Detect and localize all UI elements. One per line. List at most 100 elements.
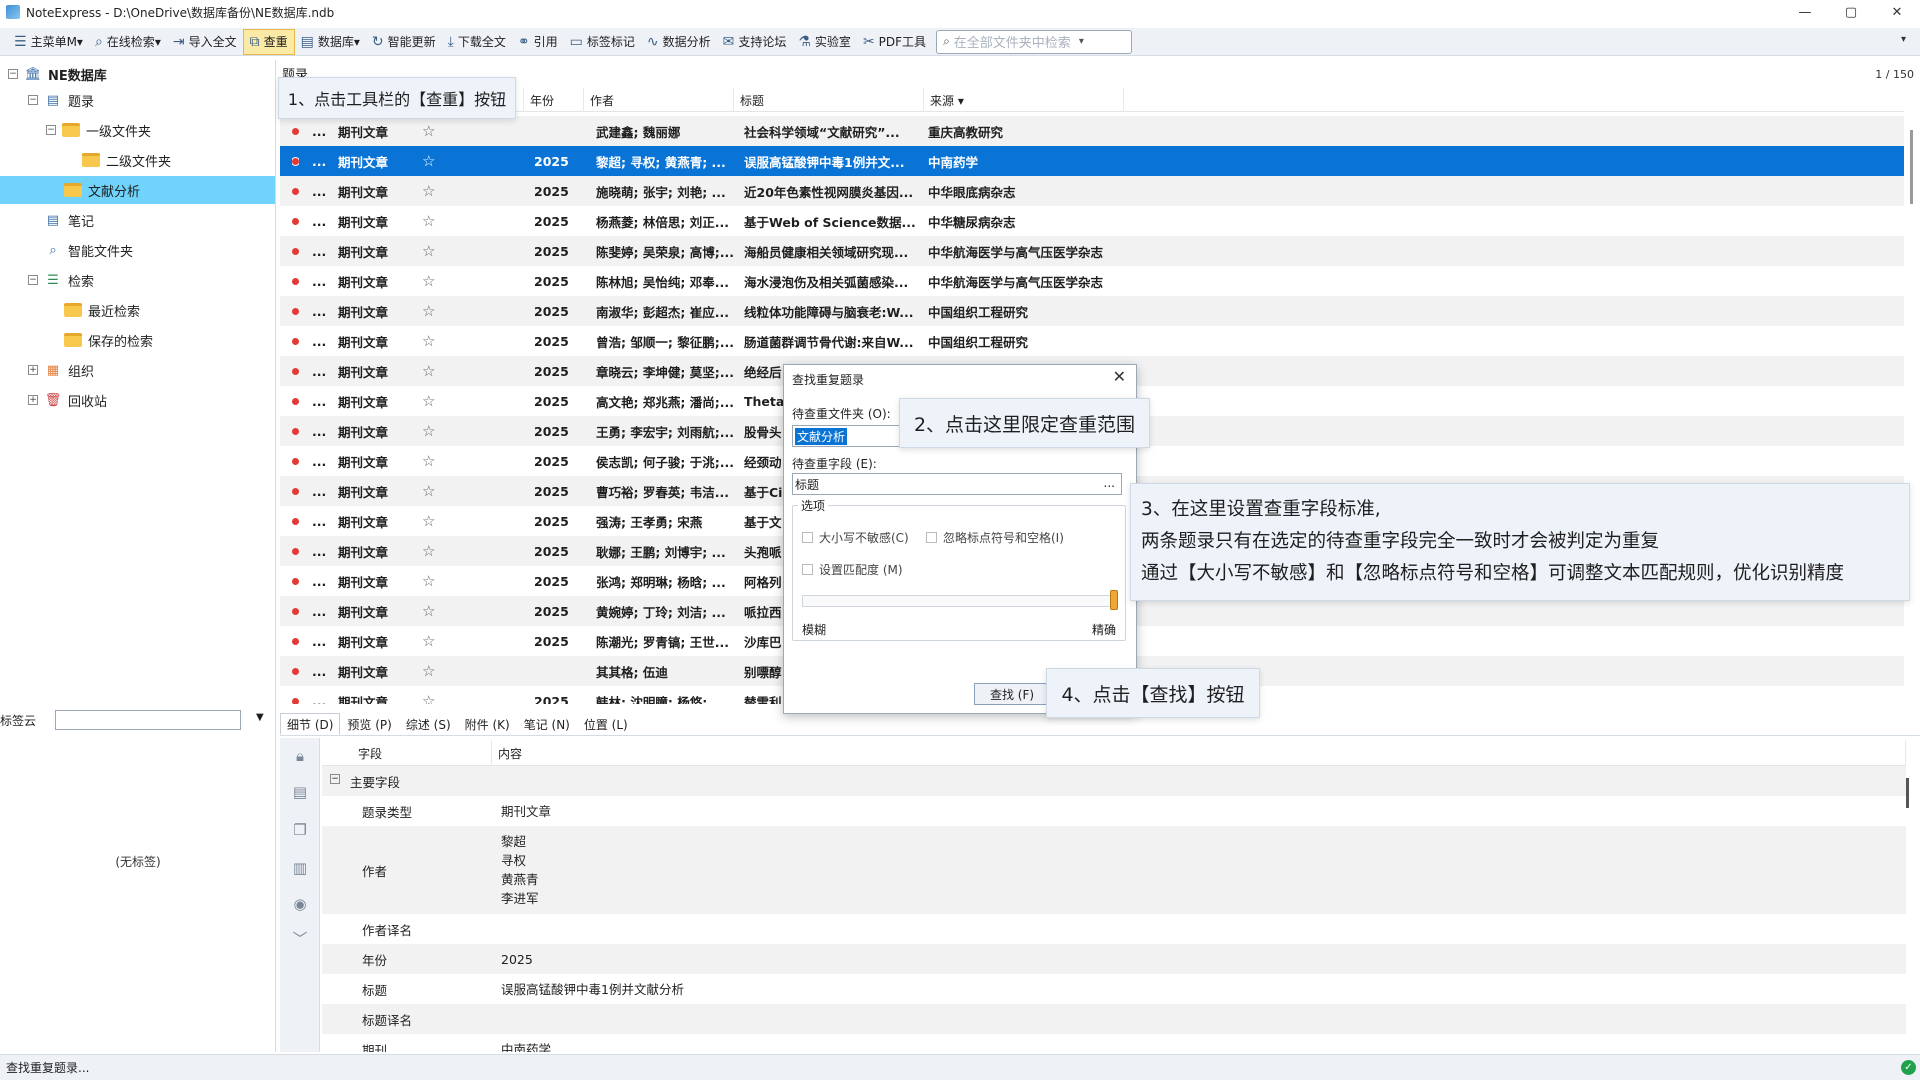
tag-mark-button[interactable]: ▭ 标签标记: [564, 29, 641, 55]
star-icon[interactable]: ☆: [422, 356, 435, 386]
table-row[interactable]: ... 期刊文章 ☆ 2025 陈斐婷; 吴荣泉; 高博;... 海船员健康相关领域研究现…: [280, 236, 1904, 266]
dedupe-button[interactable]: ⧉ 查重: [242, 28, 295, 55]
detail-row[interactable]: 标题 误服高锰酸钾中毒1例并文献分析: [322, 974, 1906, 1004]
collapse-icon[interactable]: −: [8, 69, 18, 79]
star-icon[interactable]: ☆: [422, 206, 435, 236]
star-icon[interactable]: ☆: [422, 626, 435, 656]
tree-item-search[interactable]: − ☰ 检索: [28, 266, 94, 294]
collapse-icon[interactable]: −: [28, 275, 38, 285]
chevron-down-icon[interactable]: ﹀: [290, 928, 310, 948]
forum-button[interactable]: ✉ 支持论坛: [717, 29, 793, 55]
detail-group-main[interactable]: − 主要字段: [322, 766, 1906, 796]
table-row[interactable]: ... 期刊文章 ☆ 2025 黎超; 寻权; 黄燕青; ... 误服高锰酸钾中毒1例并文…: [280, 146, 1904, 176]
dialog-close-button[interactable]: ✕: [1113, 367, 1126, 386]
toolbar-overflow-button[interactable]: ▾: [1901, 34, 1906, 45]
star-icon[interactable]: ☆: [422, 236, 435, 266]
star-icon[interactable]: ☆: [422, 596, 435, 626]
database-button[interactable]: ▤ 数据库 ▾: [295, 29, 366, 55]
star-icon[interactable]: ☆: [422, 326, 435, 356]
tag-dropdown-icon[interactable]: ▼: [256, 712, 264, 723]
pdf-tools-button[interactable]: ✂ PDF工具: [857, 29, 932, 55]
maximize-button[interactable]: ▢: [1828, 0, 1874, 24]
tree-item-literature-analysis[interactable]: 文献分析: [0, 176, 275, 204]
star-icon[interactable]: ☆: [422, 296, 435, 326]
column-header-author[interactable]: 作者: [584, 88, 734, 112]
main-menu-button[interactable]: ☰ 主菜单M ▾: [8, 29, 89, 55]
detail-scrollbar[interactable]: [1906, 778, 1909, 808]
detail-row[interactable]: 题录类型 期刊文章: [322, 796, 1906, 826]
detail-row[interactable]: 作者译名: [322, 914, 1906, 944]
star-icon[interactable]: ☆: [422, 116, 435, 146]
tree-item-records[interactable]: − ▤ 题录: [28, 86, 94, 114]
case-insensitive-checkbox[interactable]: 大小写不敏感(C): [802, 529, 909, 546]
table-row[interactable]: ... 期刊文章 ☆ 2025 杨燕菱; 林倍思; 刘正... 基于Web of Scie…: [280, 206, 1904, 236]
import-fulltext-button[interactable]: ⇥ 导入全文: [167, 29, 243, 55]
star-icon[interactable]: ☆: [422, 446, 435, 476]
tree-item-notes[interactable]: ▤ 笔记: [44, 206, 94, 234]
match-degree-slider[interactable]: [802, 595, 1114, 607]
expand-icon[interactable]: +: [28, 365, 38, 375]
collapse-icon[interactable]: −: [28, 95, 38, 105]
tree-item-recycle-bin[interactable]: + 🗑 回收站: [28, 386, 107, 414]
toolbar-search-input[interactable]: ⌕ 在全部文件夹中检索 ▾: [936, 29, 1133, 54]
minimize-button[interactable]: —: [1782, 0, 1828, 24]
eye-icon[interactable]: ◉: [290, 894, 310, 914]
ignore-punctuation-checkbox[interactable]: 忽略标点符号和空格(I): [926, 529, 1064, 546]
tag-filter-input[interactable]: [55, 710, 241, 730]
pages-icon[interactable]: ❐: [290, 820, 310, 840]
star-icon[interactable]: ☆: [422, 146, 435, 176]
online-search-button[interactable]: ⌕ 在线检索 ▾: [89, 29, 167, 55]
tree-item-organize[interactable]: + ▦ 组织: [28, 356, 94, 384]
collapse-icon[interactable]: −: [46, 125, 56, 135]
table-row[interactable]: ... 期刊文章 ☆ 2025 南淑华; 彭超杰; 崔应... 线粒体功能障碍与脑衰老:W…: [280, 296, 1904, 326]
column-header-title[interactable]: 标题: [734, 88, 924, 112]
table-row[interactable]: ... 期刊文章 ☆ 2025 陈林旭; 吴怡纯; 邓奉... 海水浸泡伤及相关弧菌感染.…: [280, 266, 1904, 296]
cite-button[interactable]: ⚭ 引用: [512, 29, 564, 55]
detail-row[interactable]: 作者 黎超 寻权 黄燕青 李进军: [322, 826, 1906, 914]
tree-item-level1-folder[interactable]: − 一级文件夹: [46, 116, 151, 144]
download-fulltext-button[interactable]: ⤓ 下载全文: [442, 29, 512, 55]
tree-item-recent-search[interactable]: 最近检索: [64, 296, 140, 324]
star-icon[interactable]: ☆: [422, 686, 435, 704]
star-icon[interactable]: ☆: [422, 656, 435, 686]
document-icon[interactable]: ▤: [290, 782, 310, 802]
table-row[interactable]: ... 期刊文章 ☆ 武建鑫; 魏丽娜 社会科学领域“文献研究”... 重庆高教研究: [280, 116, 1904, 146]
table-row[interactable]: ... 期刊文章 ☆ 2025 曾浩; 邹顺一; 黎征鹏;... 肠道菌群调节骨代谢:来自…: [280, 326, 1904, 356]
find-button[interactable]: 查找 (F): [974, 683, 1050, 705]
star-icon[interactable]: ☆: [422, 566, 435, 596]
summary-icon[interactable]: ▥: [290, 858, 310, 878]
tab-summary[interactable]: 综述 (S): [399, 713, 458, 735]
detail-row[interactable]: 年份 2025: [322, 944, 1906, 974]
star-icon[interactable]: ☆: [422, 476, 435, 506]
tab-notes[interactable]: 笔记 (N): [517, 713, 577, 735]
expand-icon[interactable]: +: [28, 395, 38, 405]
detail-row[interactable]: 标题译名: [322, 1004, 1906, 1034]
star-icon[interactable]: ☆: [422, 266, 435, 296]
lab-button[interactable]: ⚗ 实验室: [792, 29, 857, 55]
tab-location[interactable]: 位置 (L): [577, 713, 635, 735]
column-header-year[interactable]: 年份: [524, 88, 584, 112]
tree-item-smart-folder[interactable]: ⌕ 智能文件夹: [44, 236, 133, 264]
tree-item-saved-search[interactable]: 保存的检索: [64, 326, 153, 354]
dedupe-field-input[interactable]: 标题 ...: [792, 473, 1122, 495]
star-icon[interactable]: ☆: [422, 176, 435, 206]
close-window-button[interactable]: ✕: [1874, 0, 1920, 24]
lock-icon[interactable]: 🔒︎: [290, 746, 310, 766]
star-icon[interactable]: ☆: [422, 536, 435, 566]
tab-details[interactable]: 细节 (D): [280, 713, 341, 735]
tree-item-level2-folder[interactable]: 二级文件夹: [82, 146, 171, 174]
star-icon[interactable]: ☆: [422, 416, 435, 446]
column-header-source[interactable]: 来源 ▾: [924, 88, 1124, 112]
tree-db-root[interactable]: − 🏛 NE数据库: [8, 60, 107, 88]
slider-thumb[interactable]: [1110, 590, 1118, 610]
list-scrollbar[interactable]: [1910, 130, 1913, 204]
data-analysis-button[interactable]: ∿ 数据分析: [641, 29, 717, 55]
field-picker-button[interactable]: ...: [1104, 476, 1115, 490]
tab-attachments[interactable]: 附件 (K): [458, 713, 517, 735]
tab-preview[interactable]: 预览 (P): [340, 713, 398, 735]
smart-update-button[interactable]: ↻ 智能更新: [366, 29, 442, 55]
detail-row[interactable]: 期刊 中南药学: [322, 1034, 1906, 1053]
star-icon[interactable]: ☆: [422, 506, 435, 536]
collapse-icon[interactable]: −: [330, 774, 340, 784]
star-icon[interactable]: ☆: [422, 386, 435, 416]
